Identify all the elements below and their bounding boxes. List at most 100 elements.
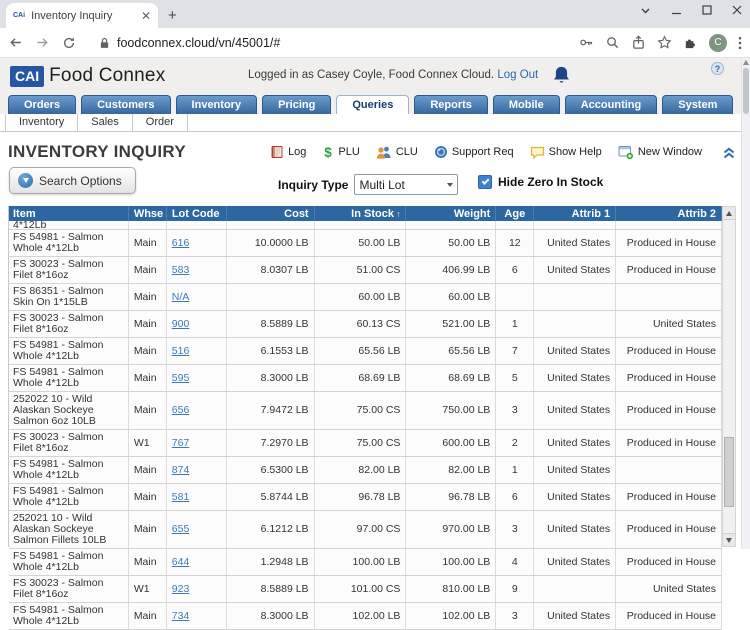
lot-code-link[interactable]: 923 [172,583,190,595]
back-icon[interactable] [8,35,23,50]
col-header-whse[interactable]: Whse [129,206,167,221]
share-icon[interactable] [631,35,646,50]
lot-code-link[interactable]: 644 [172,556,190,568]
tab-reports[interactable]: Reports [414,95,488,114]
lot-code-link[interactable]: 595 [172,372,190,384]
cell-weight: 60.00 LB [406,284,497,310]
cell-in_stock: 75.00 CS [315,430,407,456]
new-window-icon [618,145,634,160]
lot-code-link[interactable]: 734 [172,610,190,622]
reload-icon[interactable] [62,36,76,50]
table-row: FS 54981 - Salmon Whole 4*12Lb Main 595 8.3… [9,365,722,392]
scroll-down-icon[interactable] [723,533,735,546]
cell-attrib1: United States [534,257,617,283]
table-row: FS 54981 - Salmon Whole 4*12Lb Main 874 6.5… [9,457,722,484]
col-header-weight[interactable]: Weight [406,206,497,221]
collapse-panel-icon[interactable] [722,146,736,159]
cell-lot: 900 [167,311,227,337]
lot-code-link[interactable]: 655 [172,524,190,535]
cell-attrib1 [534,284,617,310]
tab-orders[interactable]: Orders [8,95,77,114]
toolbar-support-req[interactable]: Support Req [434,145,514,159]
subtab-order[interactable]: Order [133,114,188,131]
scroll-up-icon[interactable] [723,207,735,220]
app-logo[interactable]: CAI Food Connex [10,65,165,87]
sort-asc-icon: ↑ [395,208,401,219]
favicon: CAi [13,12,26,19]
bookmark-star-icon[interactable] [657,35,672,50]
tab-pricing[interactable]: Pricing [262,95,332,114]
cell-cost: 8.0307 LB [227,257,315,283]
toolbar-log[interactable]: Log [270,145,306,159]
col-header-age[interactable]: Age [496,206,535,221]
toolbar-plu[interactable]: $ PLU [322,145,360,159]
lot-code-link[interactable]: 656 [172,405,190,416]
lot-code-link[interactable]: N/A [172,291,190,303]
cell-age [496,221,535,229]
table-scrollbar-thumb[interactable] [724,437,734,507]
page-scrollbar-thumb[interactable] [743,68,749,114]
tab-system[interactable]: System [662,95,734,114]
tab-queries[interactable]: Queries [336,95,410,114]
zoom-icon[interactable] [605,35,620,50]
maximize-icon[interactable] [702,5,712,15]
table-scrollbar[interactable] [722,206,736,547]
page-scrollbar[interactable] [741,58,750,549]
lot-code-link[interactable]: 616 [172,237,190,249]
col-header-in-stock[interactable]: In Stock ↑ [315,206,407,221]
tab-mobile[interactable]: Mobile [492,95,560,114]
col-header-item[interactable]: Item [9,206,129,221]
lot-code-link[interactable]: 581 [172,491,190,503]
lot-code-link[interactable]: 583 [172,264,190,276]
col-header-attrib-2[interactable]: Attrib 2 [616,206,722,221]
key-icon[interactable] [579,35,594,50]
app-help-icon[interactable]: ? [711,62,724,75]
toolbar-clu[interactable]: CLU [376,145,418,159]
toolbar-show-help[interactable]: Show Help [530,146,602,159]
tab-search-icon[interactable] [640,5,651,16]
notifications-bell-icon[interactable] [552,66,571,87]
cell-item: FS 30023 - Salmon Filet 8*16oz [9,430,129,456]
forward-icon[interactable] [35,35,50,50]
lot-code-link[interactable]: 874 [172,464,190,476]
cell-attrib1: United States [534,457,617,483]
tab-customers[interactable]: Customers [81,95,171,114]
browser-menu-icon[interactable] [738,36,742,50]
padlock-icon[interactable] [98,36,111,50]
profile-avatar[interactable]: C [709,33,727,52]
cell-lot: 583 [167,257,227,283]
col-header-attrib-1[interactable]: Attrib 1 [534,206,617,221]
cell-attrib2: Produced in House [616,230,722,256]
tab-inventory[interactable]: Inventory [175,95,258,114]
col-header-cost[interactable]: Cost [227,206,315,221]
cell-cost: 6.1212 LB [227,511,315,548]
lot-code-link[interactable]: 516 [172,345,190,357]
extensions-icon[interactable] [683,35,698,50]
subtab-inventory[interactable]: Inventory [5,114,79,131]
cell-item: 4*12Lb [9,221,129,229]
hide-zero-checkbox[interactable] [478,175,492,189]
tab-close-icon[interactable]: ✕ [141,10,151,22]
cell-lot: 581 [167,484,227,510]
table-row: FS 54981 - Salmon Whole 4*12Lb Main 616 10.… [9,230,722,257]
page-scroll-up-icon[interactable] [743,60,749,65]
lot-code-link[interactable]: 900 [172,318,190,330]
cell-age: 3 [496,511,535,548]
lot-code-link[interactable]: 767 [172,437,190,449]
close-window-icon[interactable] [732,5,742,15]
browser-tab[interactable]: CAi Inventory Inquiry ✕ [6,3,158,28]
cell-lot: 874 [167,457,227,483]
logout-link[interactable]: Log Out [497,69,538,81]
login-status: Logged in as Casey Coyle, Food Connex Cl… [248,69,539,81]
inquiry-type-select[interactable]: Multi Lot [354,174,459,195]
subtab-sales[interactable]: Sales [78,114,133,131]
cell-attrib1: United States [534,484,617,510]
url-text[interactable]: foodconnex.cloud/vn/45001/# [117,36,579,50]
new-tab-button[interactable]: + [168,7,177,24]
minimize-icon[interactable] [671,5,682,16]
toolbar-new-window[interactable]: New Window [618,145,702,160]
search-options-button[interactable]: Search Options [9,167,136,194]
table-row: 252022 10 - Wild Alaskan Sockeye Salmon … [9,392,722,430]
col-header-lot-code[interactable]: Lot Code [167,206,227,221]
tab-accounting[interactable]: Accounting [564,95,658,114]
